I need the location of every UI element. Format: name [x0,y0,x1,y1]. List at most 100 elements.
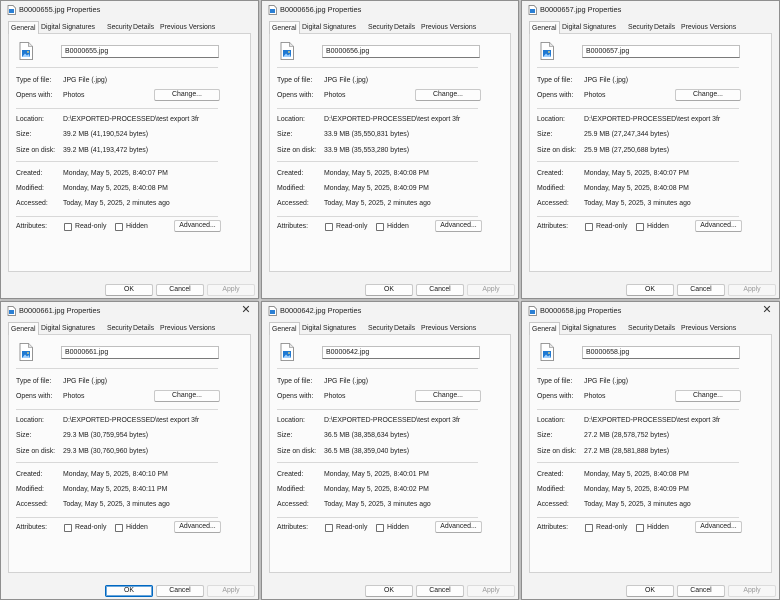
ok-button[interactable]: OK [365,284,413,296]
apply-button[interactable]: Apply [207,284,255,296]
ok-button[interactable]: OK [105,284,153,296]
type-of-file-value: JPG File (.jpg) [584,77,629,84]
filename-field[interactable]: B0000655.jpg [61,45,219,58]
window-title: B0000642.jpg Properties [280,306,362,315]
apply-button[interactable]: Apply [728,284,776,296]
tab-general[interactable]: General [269,322,300,335]
filename-field[interactable]: B0000661.jpg [61,346,219,359]
read-only-checkbox[interactable] [585,524,593,532]
ok-button[interactable]: OK [105,585,153,597]
title-bar[interactable]: B0000655.jpg Properties [1,1,258,19]
title-bar[interactable]: B0000658.jpg Properties ✕ [522,302,779,320]
change-button[interactable]: Change... [675,89,741,101]
hidden-checkbox[interactable] [636,223,644,231]
tab-general[interactable]: General [8,322,39,335]
created-value: Monday, May 5, 2025, 8:40:08 PM [324,170,429,177]
properties-dialog: B0000655.jpg Properties General Digital Si… [0,0,259,299]
type-of-file-label: Type of file: [537,77,573,84]
attributes-label: Attributes: [16,223,48,230]
close-icon[interactable]: ✕ [761,304,773,317]
opens-with-label: Opens with: [537,92,574,99]
general-panel: B0000657.jpg Type of file: JPG File (.jpg)… [529,33,772,272]
location-label: Location: [537,116,565,123]
close-icon[interactable]: ✕ [240,304,252,317]
ok-button[interactable]: OK [365,585,413,597]
title-bar[interactable]: B0000656.jpg Properties [262,1,518,19]
change-button[interactable]: Change... [415,89,481,101]
location-label: Location: [16,417,44,424]
type-of-file-value: JPG File (.jpg) [324,378,369,385]
separator [16,108,218,109]
filename-field[interactable]: B0000656.jpg [322,45,480,58]
created-value: Monday, May 5, 2025, 8:40:07 PM [584,170,689,177]
read-only-checkbox[interactable] [325,524,333,532]
hidden-checkbox[interactable] [376,524,384,532]
apply-button[interactable]: Apply [467,284,515,296]
read-only-checkbox[interactable] [64,223,72,231]
attributes-label: Attributes: [537,223,569,230]
cancel-button[interactable]: Cancel [156,585,204,597]
hidden-checkbox[interactable] [376,223,384,231]
read-only-checkbox[interactable] [325,223,333,231]
size-value: 27.2 MB (28,578,752 bytes) [584,432,670,439]
tab-general[interactable]: General [529,322,560,335]
separator [277,216,478,217]
read-only-label: Read-only [336,524,368,531]
separator [16,67,218,68]
properties-icon [528,306,537,316]
size-value: 33.9 MB (35,550,831 bytes) [324,131,410,138]
size-label: Size: [277,131,293,138]
advanced-button[interactable]: Advanced... [174,220,221,232]
cancel-button[interactable]: Cancel [156,284,204,296]
jpg-file-icon [19,42,33,60]
cancel-button[interactable]: Cancel [677,585,725,597]
advanced-button[interactable]: Advanced... [695,521,742,533]
advanced-button[interactable]: Advanced... [174,521,221,533]
apply-button[interactable]: Apply [728,585,776,597]
change-button[interactable]: Change... [154,390,220,402]
apply-button[interactable]: Apply [467,585,515,597]
cancel-button[interactable]: Cancel [416,284,464,296]
change-button[interactable]: Change... [675,390,741,402]
change-button[interactable]: Change... [154,89,220,101]
advanced-button[interactable]: Advanced... [695,220,742,232]
properties-dialog: B0000657.jpg Properties General Digital Si… [521,0,780,299]
advanced-button[interactable]: Advanced... [435,521,482,533]
filename-field[interactable]: B0000642.jpg [322,346,480,359]
apply-button[interactable]: Apply [207,585,255,597]
title-bar[interactable]: B0000661.jpg Properties ✕ [1,302,258,320]
advanced-button[interactable]: Advanced... [435,220,482,232]
tab-general[interactable]: General [529,21,560,34]
modified-label: Modified: [277,185,305,192]
jpg-file-icon [280,42,294,60]
hidden-checkbox[interactable] [636,524,644,532]
filename-field[interactable]: B0000658.jpg [582,346,740,359]
location-value: D:\EXPORTED-PROCESSED\test export 3fr [63,417,200,424]
read-only-checkbox[interactable] [64,524,72,532]
read-only-checkbox[interactable] [585,223,593,231]
type-of-file-value: JPG File (.jpg) [63,77,108,84]
hidden-checkbox[interactable] [115,524,123,532]
filename-field[interactable]: B0000657.jpg [582,45,740,58]
opens-with-value: Photos [584,393,606,400]
tab-general[interactable]: General [8,21,39,34]
separator [16,462,218,463]
ok-button[interactable]: OK [626,284,674,296]
size-value: 36.5 MB (38,358,634 bytes) [324,432,410,439]
tab-general[interactable]: General [269,21,300,34]
change-button[interactable]: Change... [415,390,481,402]
size-on-disk-label: Size on disk: [537,448,577,455]
accessed-label: Accessed: [277,200,309,207]
ok-button[interactable]: OK [626,585,674,597]
properties-icon [7,306,16,316]
cancel-button[interactable]: Cancel [677,284,725,296]
title-bar[interactable]: B0000642.jpg Properties [262,302,518,320]
separator [277,409,478,410]
created-value: Monday, May 5, 2025, 8:40:08 PM [584,471,689,478]
title-bar[interactable]: B0000657.jpg Properties [522,1,779,19]
cancel-button[interactable]: Cancel [416,585,464,597]
size-on-disk-label: Size on disk: [16,147,56,154]
properties-dialog: B0000661.jpg Properties ✕ General Digital S… [0,301,259,600]
hidden-checkbox[interactable] [115,223,123,231]
general-panel: B0000661.jpg Type of file: JPG File (.jpg)… [8,334,251,573]
